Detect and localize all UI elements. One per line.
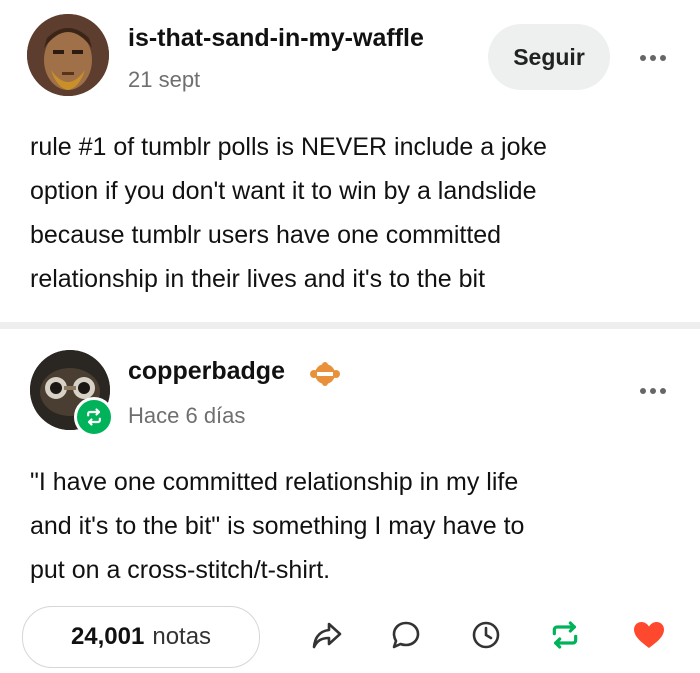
more-icon[interactable] (640, 388, 666, 394)
reblog-body: "I have one committed relationship in my… (30, 460, 680, 592)
post-body-line: because tumblr users have one committed (30, 221, 502, 249)
notes-count: 24,001 (70, 623, 145, 650)
post-body-line: relationship in their lives and it's to … (30, 265, 486, 293)
blog-badge-icon (306, 362, 344, 386)
reblog-body-line: "I have one committed relationship in my… (30, 468, 519, 496)
post-body-line: rule #1 of tumblr polls is NEVER include… (30, 133, 547, 161)
notes-label: notas (152, 623, 212, 650)
follow-button[interactable]: Seguir (488, 24, 610, 90)
post-divider (0, 322, 700, 329)
reply-icon[interactable] (388, 617, 424, 653)
post-username[interactable]: is-that-sand-in-my-waffle (128, 24, 486, 53)
post-body-line: option if you don't want it to win by a … (30, 177, 537, 205)
reblog-icon[interactable] (547, 617, 583, 653)
notes-button[interactable]: 24,001 notas (22, 606, 260, 668)
avatar-is-that-sand[interactable] (27, 14, 109, 96)
share-icon[interactable] (309, 617, 345, 653)
post-body: rule #1 of tumblr polls is NEVER include… (30, 125, 680, 301)
like-icon[interactable] (631, 617, 667, 653)
reblog-body-line: and it's to the bit" is something I may … (30, 512, 525, 540)
post-timestamp[interactable]: 21 sept (128, 67, 200, 93)
more-icon[interactable] (640, 55, 666, 61)
reblog-timestamp[interactable]: Hace 6 días (128, 403, 245, 429)
history-icon[interactable] (468, 617, 504, 653)
reblog-body-line: put on a cross-stitch/t-shirt. (30, 556, 331, 584)
reblog-username[interactable]: copperbadge (128, 357, 285, 386)
reblog-badge-icon (74, 397, 114, 437)
